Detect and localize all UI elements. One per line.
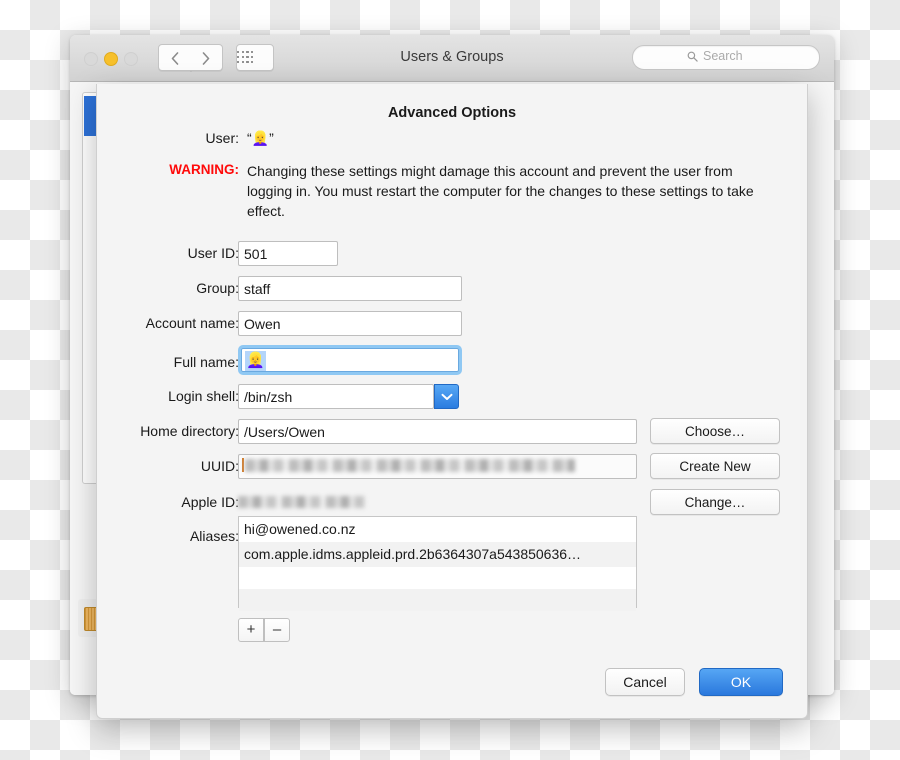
account-name-input[interactable]: Owen [238, 311, 462, 336]
create-new-button[interactable]: Create New [650, 453, 780, 479]
search-placeholder: Search [703, 49, 743, 63]
uuid-redacted-value [245, 459, 575, 472]
home-directory-label: Home directory: [140, 423, 239, 439]
choose-button[interactable]: Choose… [650, 418, 780, 444]
add-alias-button[interactable]: + [238, 618, 264, 642]
user-label: User: [205, 130, 239, 146]
remove-alias-button[interactable]: – [264, 618, 290, 642]
warning-text: Changing these settings might damage thi… [247, 163, 754, 219]
uuid-caret [242, 458, 244, 472]
group-label: Group: [196, 280, 239, 296]
cancel-button[interactable]: Cancel [605, 668, 685, 696]
full-name-input-inner: 👱‍♀️ [241, 348, 459, 372]
chevron-down-icon[interactable] [434, 384, 459, 409]
alias-add-remove-control[interactable]: + – [238, 618, 290, 642]
login-shell-label: Login shell: [168, 388, 239, 404]
full-name-label: Full name: [173, 354, 239, 370]
change-button[interactable]: Change… [650, 489, 780, 515]
search-input[interactable]: Search [632, 45, 820, 70]
login-shell-select[interactable]: /bin/zsh [238, 384, 434, 409]
full-name-input[interactable]: 👱‍♀️ [238, 345, 462, 375]
sheet-title: Advanced Options [387, 105, 517, 121]
account-name-label: Account name: [145, 315, 239, 331]
list-item[interactable]: hi@owened.co.nz [239, 517, 636, 542]
aliases-empty-row [239, 567, 636, 589]
search-icon [687, 51, 698, 62]
advanced-options-sheet: Advanced Options User: “👱‍♀️” WARNING: C… [96, 84, 808, 719]
apple-id-label: Apple ID: [181, 494, 239, 510]
user-id-label: User ID: [187, 245, 239, 261]
aliases-list[interactable]: hi@owened.co.nz com.apple.idms.appleid.p… [238, 516, 637, 611]
user-value: “👱‍♀️” [247, 130, 274, 146]
list-item[interactable]: com.apple.idms.appleid.prd.2b6364307a543… [239, 542, 636, 567]
full-name-value: 👱‍♀️ [245, 351, 266, 371]
aliases-empty-row [239, 589, 636, 611]
window-titlebar: Users & Groups Search [70, 35, 834, 82]
user-id-input[interactable]: 501 [238, 241, 338, 266]
group-input[interactable]: staff [238, 276, 462, 301]
aliases-label: Aliases: [189, 528, 239, 544]
home-directory-input[interactable]: /Users/Owen [238, 419, 637, 444]
uuid-label: UUID: [200, 458, 239, 474]
ok-button[interactable]: OK [699, 668, 783, 696]
apple-id-redacted-value [238, 496, 366, 508]
warning-label: WARNING: [169, 162, 239, 177]
